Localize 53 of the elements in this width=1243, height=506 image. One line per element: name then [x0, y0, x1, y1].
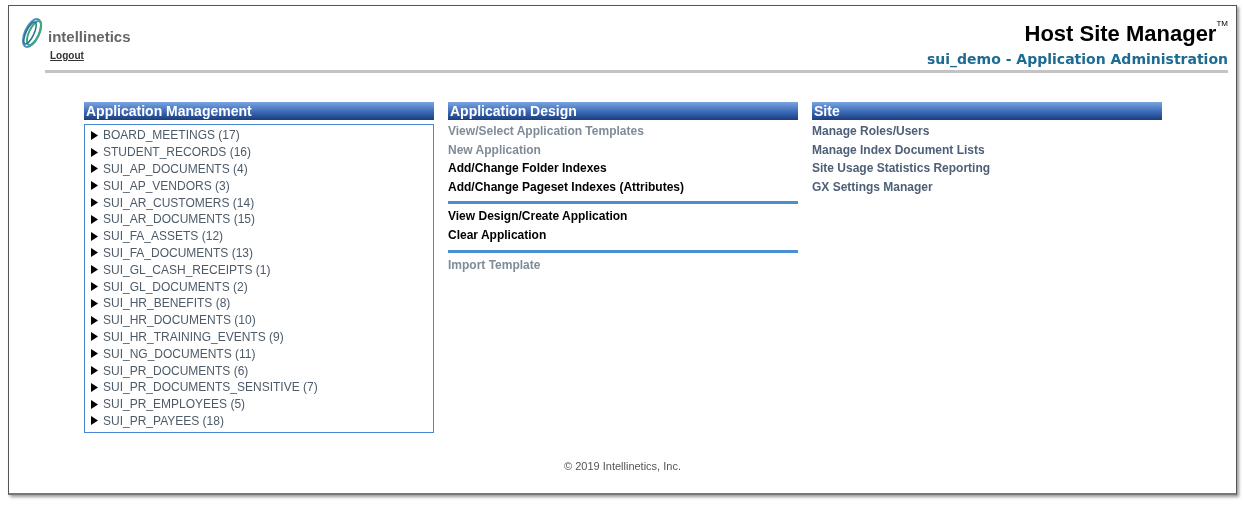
section-header: Site: [812, 102, 1162, 120]
design-link[interactable]: Clear Application: [448, 225, 798, 245]
expand-arrow-icon[interactable]: [91, 315, 98, 325]
site-link[interactable]: Site Usage Statistics Reporting: [812, 159, 1162, 178]
copyright-text: © 2019 Intellinetics, Inc.: [563, 460, 682, 472]
expand-arrow-icon[interactable]: [91, 332, 98, 342]
expand-arrow-icon[interactable]: [91, 248, 98, 258]
expand-arrow-icon[interactable]: [91, 198, 98, 208]
expand-arrow-icon[interactable]: [91, 416, 98, 426]
expand-arrow-icon[interactable]: [91, 282, 98, 292]
application-link[interactable]: SUI_FA_ASSETS (12): [103, 229, 224, 244]
application-link[interactable]: SUI_NG_DOCUMENTS (11): [103, 346, 256, 361]
application-link[interactable]: SUI_PR_EMPLOYEES (5): [103, 397, 246, 412]
site-link[interactable]: Manage Index Document Lists: [812, 140, 1162, 160]
application-link[interactable]: SUI_AP_VENDORS (3): [103, 178, 230, 193]
expand-arrow-icon[interactable]: [91, 147, 98, 157]
page-subtitle: sui_demo - Application Administration: [927, 51, 1228, 67]
section-header: Application Design: [448, 102, 798, 120]
application-link[interactable]: STUDENT_RECORDS (16): [103, 145, 252, 160]
app-title: Host Site Manager: [1024, 21, 1217, 47]
expand-arrow-icon[interactable]: [91, 181, 98, 191]
trademark-mark: TM: [1216, 19, 1228, 28]
design-link[interactable]: View Design/Create Application: [448, 207, 798, 226]
application-link[interactable]: SUI_PR_DOCUMENTS_SENSITIVE (7): [103, 380, 318, 395]
expand-arrow-icon[interactable]: [91, 130, 98, 140]
application-link[interactable]: SUI_AR_CUSTOMERS (14): [103, 195, 255, 210]
design-link[interactable]: Add/Change Folder Indexes: [448, 159, 798, 178]
application-link[interactable]: SUI_AP_DOCUMENTS (4): [103, 162, 248, 176]
application-link[interactable]: SUI_GL_DOCUMENTS (2): [103, 279, 248, 294]
expand-arrow-icon[interactable]: [91, 164, 98, 174]
application-link[interactable]: BOARD_MEETINGS (17): [103, 128, 240, 143]
expand-arrow-icon[interactable]: [91, 298, 98, 308]
application-link[interactable]: SUI_FA_DOCUMENTS (13): [103, 245, 254, 260]
logout-link[interactable]: Logout: [50, 50, 131, 61]
site-link[interactable]: Manage Roles/Users: [812, 122, 1162, 141]
logo-text: intellinetics: [48, 28, 131, 46]
expand-arrow-icon[interactable]: [91, 382, 98, 392]
application-link[interactable]: SUI_AR_DOCUMENTS (15): [103, 212, 256, 227]
expand-arrow-icon[interactable]: [91, 214, 98, 224]
expand-arrow-icon[interactable]: [91, 231, 98, 241]
expand-arrow-icon[interactable]: [91, 399, 98, 409]
application-link[interactable]: SUI_HR_BENEFITS (8): [103, 296, 231, 311]
section-header: Application Management: [84, 102, 434, 120]
site-link[interactable]: GX Settings Manager: [812, 177, 1162, 197]
design-link[interactable]: Add/Change Pageset Indexes (Attributes): [448, 177, 798, 197]
application-link[interactable]: SUI_GL_CASH_RECEIPTS (1): [103, 262, 271, 277]
application-link[interactable]: SUI_PR_PAYEES (18): [103, 413, 224, 428]
application-link[interactable]: SUI_HR_TRAINING_EVENTS (9): [103, 329, 284, 344]
application-link[interactable]: SUI_PR_DOCUMENTS (6): [103, 363, 249, 378]
expand-arrow-icon[interactable]: [91, 349, 98, 359]
expand-arrow-icon[interactable]: [91, 366, 98, 376]
expand-arrow-icon[interactable]: [91, 265, 98, 275]
application-link[interactable]: SUI_HR_DOCUMENTS (10): [103, 313, 256, 328]
